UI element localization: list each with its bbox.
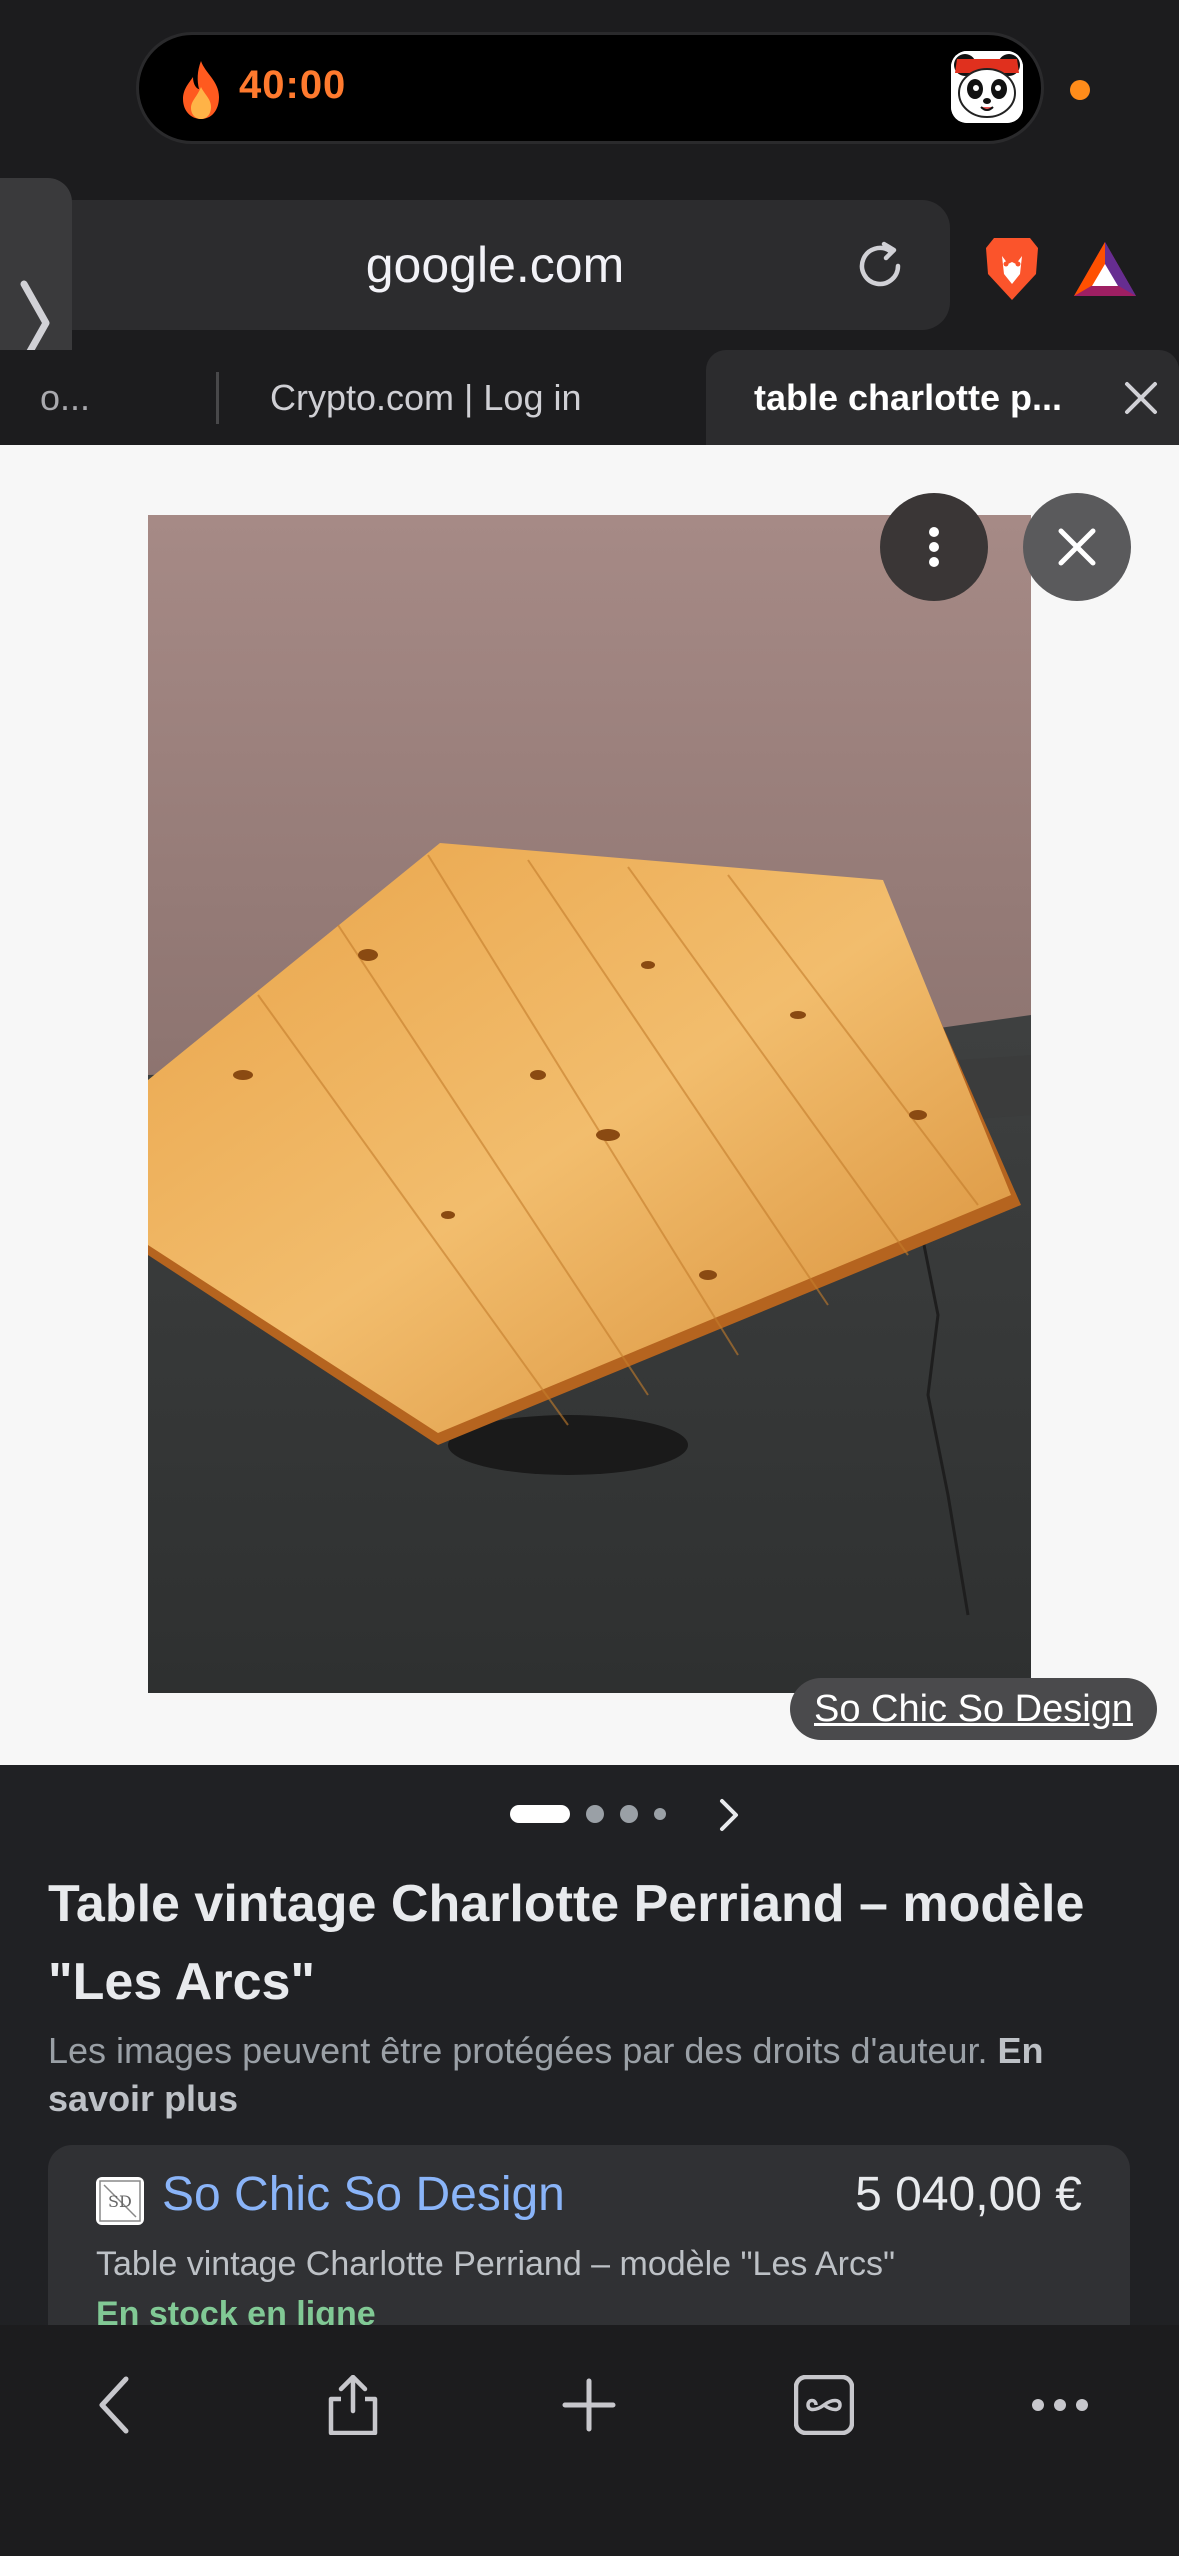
carousel-dot	[654, 1808, 666, 1820]
carousel-dot	[620, 1805, 638, 1823]
tab-crypto-label: Crypto.com | Log in	[270, 377, 582, 418]
close-icon	[1058, 528, 1096, 566]
address-bar[interactable]: google.com	[40, 200, 950, 330]
tab-active[interactable]: table charlotte p...	[706, 350, 1179, 445]
more-menu-button[interactable]	[1010, 2355, 1110, 2455]
url-text: google.com	[365, 237, 625, 293]
back-icon	[99, 2376, 129, 2434]
product-description: Table vintage Charlotte Perriand – modèl…	[96, 2245, 896, 2283]
focus-timer-island[interactable]: 40:00	[136, 32, 1044, 144]
tab-1-label: o...	[40, 377, 91, 418]
close-viewer-button[interactable]	[1023, 493, 1131, 601]
tabs-button[interactable]	[774, 2355, 874, 2455]
chevron-right-icon[interactable]	[716, 1797, 742, 1833]
tab-divider	[216, 372, 219, 424]
bat-rewards-icon[interactable]	[1072, 240, 1138, 300]
seller-link[interactable]: So Chic So Design	[162, 2167, 565, 2222]
close-tab-icon[interactable]	[1121, 378, 1161, 418]
result-title[interactable]: Table vintage Charlotte Perriand – modèl…	[48, 1865, 1128, 2021]
new-tab-button[interactable]	[539, 2355, 639, 2455]
panda-avatar-icon	[951, 51, 1023, 123]
more-icon	[1032, 2399, 1088, 2411]
carousel-dot	[586, 1805, 604, 1823]
timer-text: 40:00	[239, 63, 347, 107]
site-favicon: SD	[96, 2177, 144, 2225]
tab-active-label: table charlotte p...	[754, 377, 1063, 418]
bottom-toolbar	[0, 2325, 1179, 2556]
share-icon	[328, 2375, 378, 2435]
more-options-button[interactable]	[880, 493, 988, 601]
tab-crypto[interactable]: Crypto.com | Log in	[270, 350, 690, 445]
new-tab-icon	[562, 2378, 616, 2432]
image-source-link[interactable]: So Chic So Design	[790, 1678, 1157, 1740]
status-bar: 40:00	[0, 0, 1179, 180]
result-info-panel: Table vintage Charlotte Perriand – modèl…	[0, 1765, 1179, 2325]
product-card[interactable]: SD So Chic So Design 5 040,00 € Table vi…	[48, 2145, 1130, 2325]
copyright-notice: Les images peuvent être protégées par de…	[48, 2027, 1128, 2123]
tab-1[interactable]: o...	[40, 350, 210, 445]
address-bar-row: google.com	[0, 180, 1179, 350]
image-viewer: So Chic So Design	[0, 445, 1179, 1765]
flame-icon	[183, 61, 219, 119]
back-button[interactable]	[68, 2355, 168, 2455]
product-price: 5 040,00 €	[855, 2168, 1082, 2221]
share-button[interactable]	[303, 2355, 403, 2455]
copyright-text: Les images peuvent être protégées par de…	[48, 2030, 988, 2071]
brave-lion-icon[interactable]	[980, 234, 1044, 304]
stock-status: En stock en ligne	[96, 2295, 376, 2325]
recording-dot-icon	[1070, 80, 1090, 100]
more-options-icon	[929, 527, 939, 567]
tab-strip: o... Crypto.com | Log in table charlotte…	[0, 350, 1179, 445]
svg-text:SD: SD	[108, 2192, 132, 2211]
carousel-dot-active	[510, 1805, 570, 1823]
reload-icon[interactable]	[850, 236, 910, 296]
product-photo[interactable]	[148, 515, 1031, 1693]
tabs-icon	[794, 2375, 854, 2435]
